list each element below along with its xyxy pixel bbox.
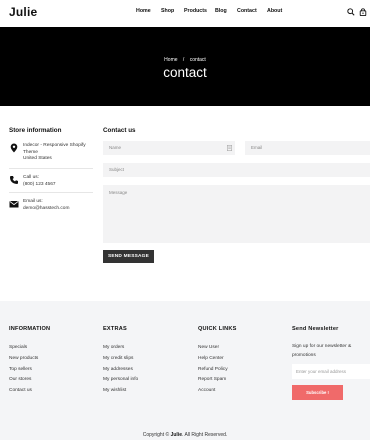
site-header: Julie Home Shop Products Blog Contact Ab… (0, 0, 370, 27)
nav-contact[interactable]: Contact (237, 8, 257, 14)
footer-information-title: INFORMATION (9, 326, 51, 332)
nav-about[interactable]: About (267, 8, 282, 14)
email-row: Email us: demo@hasstech.com (9, 199, 93, 213)
nav-products[interactable]: Products (184, 8, 207, 14)
store-info-title: Store information (9, 127, 62, 134)
footer-information: INFORMATION Specials New products Top se… (9, 326, 50, 397)
footer-quick-links-title: QUICK LINKS (198, 326, 237, 332)
nav-shop[interactable]: Shop (161, 8, 174, 14)
email-info: Email us: demo@hasstech.com (23, 199, 70, 211)
page-banner: Home / contact contact (0, 27, 370, 106)
contact-form-title: Contact us (103, 127, 136, 134)
newsletter-title: Send Newsletter (292, 326, 339, 332)
address-row: Indecor - Responsive Shopify Theme Unite… (9, 143, 93, 165)
search-icon[interactable] (347, 8, 355, 16)
copyright: Copyright © Julie. All Right Reserved. (142, 432, 228, 438)
breadcrumb-current: contact (189, 57, 206, 63)
footer-link[interactable]: Report Spam (198, 375, 237, 386)
footer-link[interactable]: New User (198, 343, 237, 354)
footer-link[interactable]: My wishlist (103, 386, 138, 397)
footer-newsletter: Send Newsletter Sign up for our newslett… (292, 326, 370, 400)
logo[interactable]: Julie (9, 5, 37, 19)
page-title: contact (163, 65, 207, 80)
store-address: Indecor - Responsive Shopify Theme Unite… (23, 143, 86, 162)
footer-link[interactable]: My credit slips (103, 354, 138, 365)
footer-quick-links: QUICK LINKS New User Help Center Refund … (198, 326, 237, 397)
footer-link[interactable]: Refund Policy (198, 365, 237, 376)
footer-link[interactable]: Our stores (9, 375, 50, 386)
footer-link[interactable]: Account (198, 386, 237, 397)
envelope-icon (9, 201, 19, 208)
location-pin-icon (10, 143, 18, 153)
send-message-button[interactable]: SEND MESSAGE (103, 250, 154, 263)
breadcrumb-home[interactable]: Home (164, 57, 177, 63)
divider (9, 168, 93, 169)
message-field[interactable]: Message (103, 185, 370, 243)
footer-link[interactable]: Top sellers (9, 365, 50, 376)
footer-link[interactable]: My personal info (103, 375, 138, 386)
footer-link[interactable]: My orders (103, 343, 138, 354)
footer-extras: EXTRAS My orders My credit slips My addr… (103, 326, 138, 397)
divider (9, 192, 93, 193)
nav-blog[interactable]: Blog (215, 8, 227, 14)
name-field[interactable]: Name (103, 141, 235, 155)
breadcrumb-separator: / (182, 57, 185, 63)
newsletter-text: Sign up for our newsletter & promotions (292, 344, 352, 358)
nav-home[interactable]: Home (136, 8, 151, 14)
footer-link[interactable]: Contact us (9, 386, 50, 397)
phone-info: Call us: (800) 123 4567 (23, 175, 56, 187)
footer-extras-title: EXTRAS (103, 326, 127, 332)
footer-link[interactable]: My addresses (103, 365, 138, 376)
footer-link[interactable]: Specials (9, 343, 50, 354)
subject-field[interactable]: Subject (103, 163, 370, 177)
bag-icon[interactable] (359, 8, 367, 16)
phone-row: Call us: (800) 123 4567 (9, 175, 93, 189)
breadcrumb: Home / contact (0, 57, 370, 63)
newsletter-email-input[interactable]: Enter your email address (292, 364, 370, 379)
site-footer: INFORMATION Specials New products Top se… (0, 301, 370, 440)
phone-icon (10, 176, 18, 184)
copyright-brand[interactable]: Julie (171, 432, 182, 438)
subscribe-button[interactable]: Subscribe ! (292, 385, 343, 400)
footer-link[interactable]: New products (9, 354, 50, 365)
email-field[interactable]: Email (245, 141, 370, 155)
footer-link[interactable]: Help Center (198, 354, 237, 365)
contact-card-icon (227, 145, 232, 151)
